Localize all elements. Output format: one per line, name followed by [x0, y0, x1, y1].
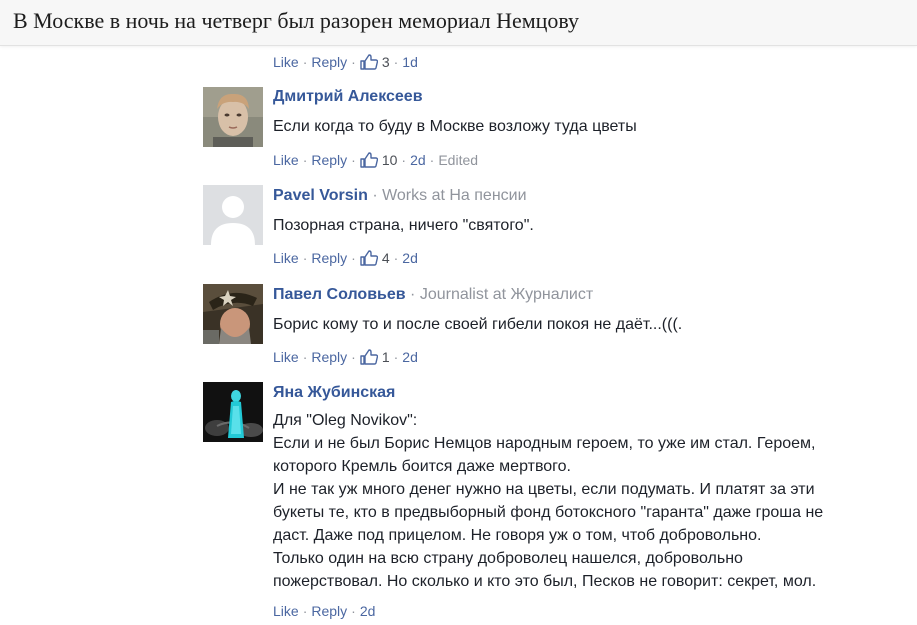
like-link[interactable]: Like: [273, 603, 299, 619]
separator: ·: [302, 152, 308, 168]
separator: ·: [429, 152, 435, 168]
like-link[interactable]: Like: [273, 349, 299, 365]
comment-header: Pavel Vorsin · Works at На пенсии: [273, 187, 527, 205]
author-workline: Journalist at Журналист: [419, 286, 594, 303]
timestamp[interactable]: 2d: [402, 349, 418, 365]
separator: ·: [351, 152, 356, 168]
avatar[interactable]: [203, 382, 263, 442]
comment-actions: Like · Reply · 1 · 2d: [273, 348, 418, 366]
like-count: 10: [381, 152, 398, 168]
author-name[interactable]: Яна Жубинская: [273, 384, 395, 401]
avatar[interactable]: [203, 87, 263, 147]
timestamp[interactable]: 2d: [360, 603, 376, 619]
like-count: 4: [381, 250, 390, 266]
author-workline: Works at На пенсии: [382, 187, 527, 204]
separator: ·: [393, 349, 399, 365]
comment-actions: Like · Reply · 10 · 2d · Edited: [273, 151, 478, 169]
thumbs-up-icon[interactable]: [360, 54, 378, 70]
thumbs-up-icon[interactable]: [360, 349, 378, 365]
like-count: 3: [381, 54, 390, 70]
separator: ·: [351, 54, 356, 70]
separator: ·: [351, 349, 356, 365]
comment-text: Для "Oleg Novikov": Если и не был Борис …: [273, 412, 824, 590]
comment-actions: Like · Reply · 2d: [273, 602, 375, 620]
thumbs-up-icon[interactable]: [360, 250, 378, 266]
timestamp[interactable]: 2d: [402, 250, 418, 266]
reply-link[interactable]: Reply: [311, 603, 347, 619]
author-name[interactable]: Pavel Vorsin: [273, 187, 368, 204]
like-link[interactable]: Like: [273, 152, 299, 168]
timestamp[interactable]: 2d: [410, 152, 426, 168]
separator: ·: [302, 54, 308, 70]
author-name[interactable]: Дмитрий Алексеев: [273, 88, 423, 105]
comment-text: Если когда то буду в Москве возложу туда…: [273, 118, 637, 135]
separator: ·: [351, 250, 356, 266]
separator: ·: [351, 603, 356, 619]
reply-link[interactable]: Reply: [311, 349, 347, 365]
like-count: 1: [381, 349, 390, 365]
edited-label: Edited: [438, 152, 479, 168]
comment-actions: Like · Reply · 3 · 1d: [273, 53, 418, 71]
comment-actions: Like · Reply · 4 · 2d: [273, 249, 418, 267]
timestamp[interactable]: 1d: [402, 54, 418, 70]
avatar[interactable]: [203, 284, 263, 344]
reply-link[interactable]: Reply: [311, 152, 347, 168]
thumbs-up-icon[interactable]: [360, 152, 378, 168]
comment-header: Яна Жубинская: [273, 384, 395, 402]
avatar[interactable]: [203, 185, 263, 245]
separator: ·: [410, 286, 416, 303]
separator: ·: [393, 54, 399, 70]
separator: ·: [302, 349, 308, 365]
comment-text: Позорная страна, ничего "святого".: [273, 217, 534, 234]
title-bar: В Москве в ночь на четверг был разорен м…: [0, 0, 917, 46]
separator: ·: [302, 250, 308, 266]
comment-header: Павел Соловьев · Journalist at Журналист: [273, 286, 593, 304]
separator: ·: [302, 603, 308, 619]
author-name[interactable]: Павел Соловьев: [273, 286, 406, 303]
comment-text: Борис кому то и после своей гибели покоя…: [273, 316, 683, 333]
separator: ·: [372, 187, 378, 204]
reply-link[interactable]: Reply: [311, 54, 347, 70]
page: В Москве в ночь на четверг был разорен м…: [0, 0, 917, 625]
comment-header: Дмитрий Алексеев: [273, 88, 423, 106]
page-title: В Москве в ночь на четверг был разорен м…: [13, 8, 580, 33]
like-link[interactable]: Like: [273, 250, 299, 266]
separator: ·: [401, 152, 407, 168]
reply-link[interactable]: Reply: [311, 250, 347, 266]
separator: ·: [393, 250, 399, 266]
like-link[interactable]: Like: [273, 54, 299, 70]
